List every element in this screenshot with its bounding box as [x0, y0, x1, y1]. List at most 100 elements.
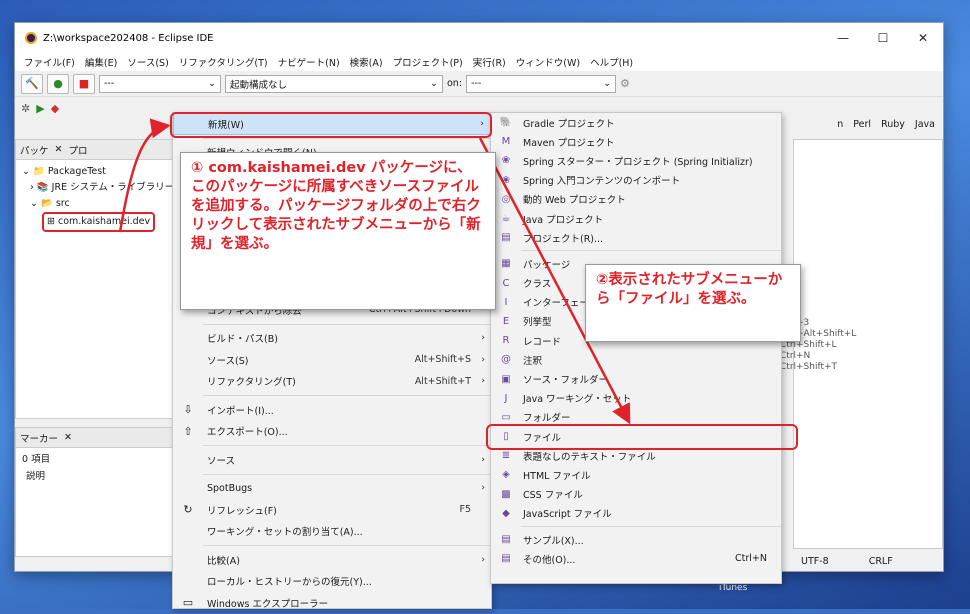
context-menu-item[interactable]: ビルド・パス(B) ›: [173, 328, 491, 350]
menu-item-label: リファクタリング(T): [207, 377, 296, 389]
context-menu-item[interactable]: ⇩ インポート(I)...: [173, 399, 491, 421]
menu-item[interactable]: 編集(E): [80, 55, 122, 69]
menu-item-shortcut: F5: [459, 504, 471, 516]
menu-item[interactable]: ファイル(F): [19, 55, 80, 69]
tree-item-jre[interactable]: › 📚 JRE システム・ライブラリー [: [22, 180, 172, 196]
context-menu-item[interactable]: ▭ Windows エクスプローラー: [173, 592, 491, 614]
perspective-button[interactable]: n: [837, 119, 843, 130]
perspective-button[interactable]: Perl: [853, 119, 871, 130]
markers-column-header[interactable]: 説明: [16, 468, 178, 482]
highlight-new-item: [170, 112, 492, 138]
tree-item-package[interactable]: ⊞ com.kaishamei.dev: [22, 212, 172, 232]
title-bar: Z:\workspace202408 - Eclipse IDE — ☐ ✕: [15, 23, 943, 53]
perspective-button[interactable]: Ruby: [881, 119, 905, 130]
tree-item-project[interactable]: ⌄ 📁 PackageTest: [22, 164, 172, 180]
tab-package-explorer[interactable]: パッケ: [20, 143, 49, 157]
context-menu-item[interactable]: ワーキング・セットの割り当て(A)...: [173, 521, 491, 543]
tab-project-explorer[interactable]: プロ: [68, 143, 87, 157]
window-title: Z:\workspace202408 - Eclipse IDE: [43, 32, 214, 44]
submenu-item-label: CSS ファイル: [523, 490, 583, 502]
menu-item[interactable]: ウィンドウ(W): [511, 55, 585, 69]
submenu-item[interactable]: ❀ Spring 入門コンテンツのインポート: [491, 171, 781, 190]
submenu-item[interactable]: ◆ JavaScript ファイル: [491, 504, 781, 523]
menu-item-label: ビルド・パス(B): [207, 334, 278, 346]
hammer-icon[interactable]: 🔨: [21, 73, 43, 94]
submenu-item-label: レコード: [523, 336, 562, 348]
submenu-item[interactable]: @ 注釈: [491, 350, 781, 369]
menu-item[interactable]: ナビゲート(N): [273, 55, 345, 69]
context-menu-item[interactable]: SpotBugs ›: [173, 478, 491, 500]
submenu-item-icon: ▩: [501, 488, 511, 500]
submenu-item-icon: ◎: [501, 193, 511, 205]
submenu-item[interactable]: ▤ その他(O)... Ctrl+N: [491, 549, 781, 568]
run-dropdown-icon[interactable]: ▶: [36, 102, 44, 115]
menu-item[interactable]: ヘルプ(H): [585, 55, 638, 69]
submenu-item[interactable]: ☕ Java プロジェクト: [491, 209, 781, 228]
tab-markers[interactable]: マーカー: [20, 431, 58, 445]
launch-target-combo[interactable]: --- ⌄: [466, 74, 617, 93]
submenu-item-icon: ◈: [502, 469, 510, 481]
maximize-button[interactable]: ☐: [863, 23, 903, 53]
menu-separator: [203, 445, 491, 446]
chevron-right-icon: ›: [481, 454, 485, 465]
menu-item-shortcut: Alt+Shift+T: [414, 375, 471, 387]
debug-icon[interactable]: ✲: [21, 102, 30, 115]
menu-item-label: ローカル・ヒストリーからの復元(Y)...: [207, 577, 372, 589]
context-menu-item[interactable]: 比較(A) ›: [173, 549, 491, 571]
coverage-icon[interactable]: ◆: [51, 102, 59, 115]
menu-item-label: リフレッシュ(F): [207, 505, 277, 517]
tree-item-src[interactable]: ⌄ 📂 src: [22, 196, 172, 212]
submenu-item-icon: @: [501, 354, 511, 366]
menu-item-icon: ▭: [182, 596, 194, 610]
context-menu-item[interactable]: ⇧ エクスポート(O)...: [173, 421, 491, 443]
submenu-item-label: クラス: [523, 279, 552, 291]
close-button[interactable]: ✕: [903, 23, 943, 53]
stop-icon[interactable]: ■: [73, 73, 95, 94]
submenu-item-label: Maven プロジェクト: [523, 137, 615, 149]
context-menu-item[interactable]: リファクタリング(T) Alt+Shift+T ›: [173, 371, 491, 393]
submenu-item-label: サンプル(X)...: [523, 535, 584, 547]
submenu-item[interactable]: ❀ Spring スターター・プロジェクト (Spring Initializr): [491, 151, 781, 170]
context-menu-item[interactable]: ソース ›: [173, 449, 491, 471]
submenu-item[interactable]: ▩ CSS ファイル: [491, 485, 781, 504]
launch-config-combo[interactable]: 起動構成なし ⌄: [225, 74, 443, 93]
perspective-button[interactable]: Java: [915, 119, 935, 130]
chevron-right-icon: ›: [481, 376, 485, 387]
menu-item[interactable]: 検索(A): [345, 55, 388, 69]
menu-item-label: ソース: [207, 455, 236, 467]
gear-icon[interactable]: ⚙: [620, 77, 630, 90]
submenu-item[interactable]: 🐘 Gradle プロジェクト: [491, 113, 781, 132]
context-menu-item[interactable]: ソース(S) Alt+Shift+S ›: [173, 349, 491, 371]
minimize-button[interactable]: —: [823, 23, 863, 53]
markers-count: 0 項目: [22, 454, 51, 465]
submenu-item[interactable]: ▤ プロジェクト(R)...: [491, 228, 781, 247]
submenu-item[interactable]: ◎ 動的 Web プロジェクト: [491, 190, 781, 209]
submenu-item[interactable]: ◈ HTML ファイル: [491, 465, 781, 484]
submenu-item[interactable]: J Java ワーキング・セット: [491, 389, 781, 408]
submenu-item-label: Java プロジェクト: [523, 214, 604, 226]
on-label: on:: [447, 78, 463, 89]
menu-item[interactable]: プロジェクト(P): [388, 55, 468, 69]
close-icon[interactable]: ✕: [55, 144, 63, 155]
close-icon[interactable]: ✕: [64, 432, 72, 443]
menu-item[interactable]: リファクタリング(T): [174, 55, 273, 69]
submenu-item-label: ソース・フォルダー: [523, 375, 609, 387]
context-menu-item[interactable]: ↻ リフレッシュ(F) F5: [173, 499, 491, 521]
menu-item-label: Windows エクスプローラー: [207, 598, 329, 610]
menu-item[interactable]: 実行(R): [468, 55, 511, 69]
new-submenu: 🐘 Gradle プロジェクト M Maven プロジェクト ❀ Spring スターター…: [490, 112, 782, 584]
submenu-item-label: Gradle プロジェクト: [523, 118, 615, 130]
submenu-item-icon: ▤: [501, 232, 511, 244]
submenu-item[interactable]: M Maven プロジェクト: [491, 132, 781, 151]
context-menu-item[interactable]: ローカル・ヒストリーからの復元(Y)...: [173, 571, 491, 593]
menu-item[interactable]: ソース(S): [122, 55, 173, 69]
itunes-label: iTunes: [719, 583, 748, 593]
launch-mode-combo[interactable]: --- ⌄: [99, 74, 221, 93]
submenu-item-label: Java ワーキング・セット: [523, 394, 632, 406]
submenu-item[interactable]: ▤ サンプル(X)...: [491, 530, 781, 549]
submenu-item-icon: I: [504, 296, 508, 308]
menu-separator: [521, 525, 781, 527]
instruction-callout-2: ②表示されたサブメニューから「ファイル」を選ぶ。: [585, 264, 801, 342]
run-icon[interactable]: ●: [47, 73, 69, 94]
submenu-item[interactable]: ▣ ソース・フォルダー: [491, 369, 781, 388]
